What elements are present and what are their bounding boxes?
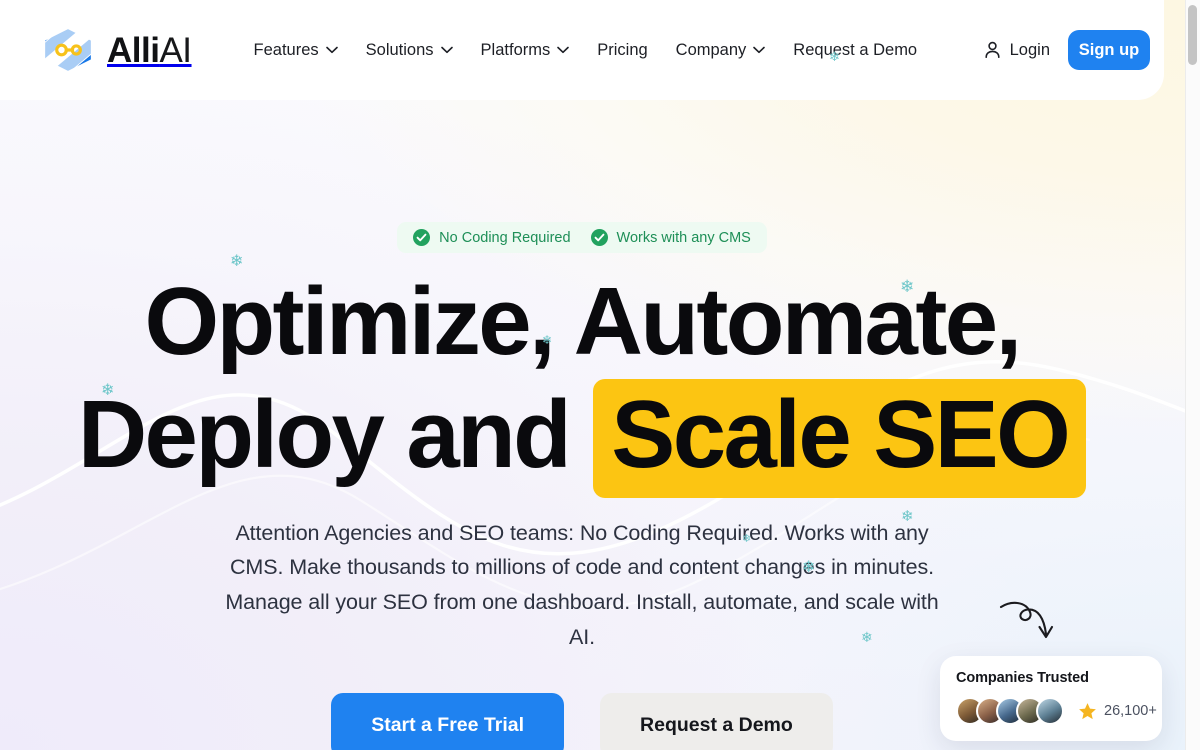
hero-badges: No Coding Required Works with any CMS [397, 222, 767, 253]
nav-label: Solutions [365, 40, 434, 59]
scrollbar-track[interactable] [1185, 0, 1200, 750]
companies-trusted-title: Companies Trusted [956, 670, 1089, 686]
chevron-down-icon [557, 46, 570, 54]
alli-hexagon-link-logo-icon [42, 26, 94, 74]
nav-label: Request a Demo [793, 40, 918, 59]
companies-trusted-row: 26,100+ [956, 697, 1157, 725]
nav-label: Company [675, 40, 747, 59]
brand-logo[interactable]: Alli AI [38, 26, 192, 74]
avatar [1036, 697, 1064, 725]
headline-line-2-prefix: Deploy and [77, 381, 594, 489]
hero-subtitle: Attention Agencies and SEO teams: No Cod… [225, 520, 939, 650]
nav-item-platforms[interactable]: Platforms [467, 33, 584, 68]
signup-button[interactable]: Sign up [1068, 29, 1150, 71]
headline-highlight: Scale SEO [593, 379, 1087, 499]
main-menu: Features Solutions Platforms Pricing Com… [240, 33, 932, 68]
page-title: Optimize, Automate, Deploy and Scale SEO [0, 265, 1164, 499]
brand-name-light: AI [159, 30, 192, 70]
hero-section: No Coding Required Works with any CMS Op… [0, 100, 1164, 750]
badge-label: Works with any CMS [616, 229, 751, 246]
avatar-group [956, 697, 1064, 725]
start-free-trial-button[interactable]: Start a Free Trial [331, 692, 565, 750]
check-circle-icon [413, 229, 431, 246]
check-circle-icon [590, 229, 608, 246]
brand-name-bold: Alli [107, 30, 160, 70]
nav-label: Features [253, 40, 319, 59]
badge-no-coding-required: No Coding Required [413, 229, 571, 246]
nav-item-pricing[interactable]: Pricing [583, 33, 661, 68]
chevron-down-icon [440, 46, 453, 54]
top-navigation-bar: Alli AI Features Solutions Platforms Pric… [0, 0, 1164, 100]
brand-wordmark: Alli AI [107, 33, 192, 68]
login-button[interactable]: Login [972, 33, 1062, 68]
curly-arrow-icon [999, 601, 1054, 639]
badge-label: No Coding Required [439, 229, 571, 246]
chevron-down-icon [753, 46, 766, 54]
nav-actions: Login Sign up [972, 29, 1150, 71]
trusted-score: 26,100+ [1078, 702, 1157, 721]
companies-trusted-card: Companies Trusted 26,100+ [940, 656, 1162, 741]
headline-line-1: Optimize, Automate, [144, 268, 1022, 375]
user-icon [985, 41, 1000, 58]
page-root: Alli AI Features Solutions Platforms Pric… [0, 0, 1200, 750]
nav-item-request-a-demo[interactable]: Request a Demo [779, 33, 931, 68]
nav-item-company[interactable]: Company [662, 33, 780, 68]
trusted-count: 26,100+ [1104, 703, 1157, 719]
badge-works-with-any-cms: Works with any CMS [590, 229, 751, 246]
chevron-down-icon [325, 46, 338, 54]
nav-item-solutions[interactable]: Solutions [352, 33, 467, 68]
request-demo-button[interactable]: Request a Demo [600, 692, 833, 750]
login-label: Login [1009, 40, 1050, 59]
nav-label: Platforms [480, 40, 551, 59]
scrollbar-thumb[interactable] [1188, 5, 1197, 65]
nav-item-features[interactable]: Features [240, 33, 352, 68]
star-icon [1079, 702, 1096, 719]
nav-label: Pricing [597, 40, 648, 59]
